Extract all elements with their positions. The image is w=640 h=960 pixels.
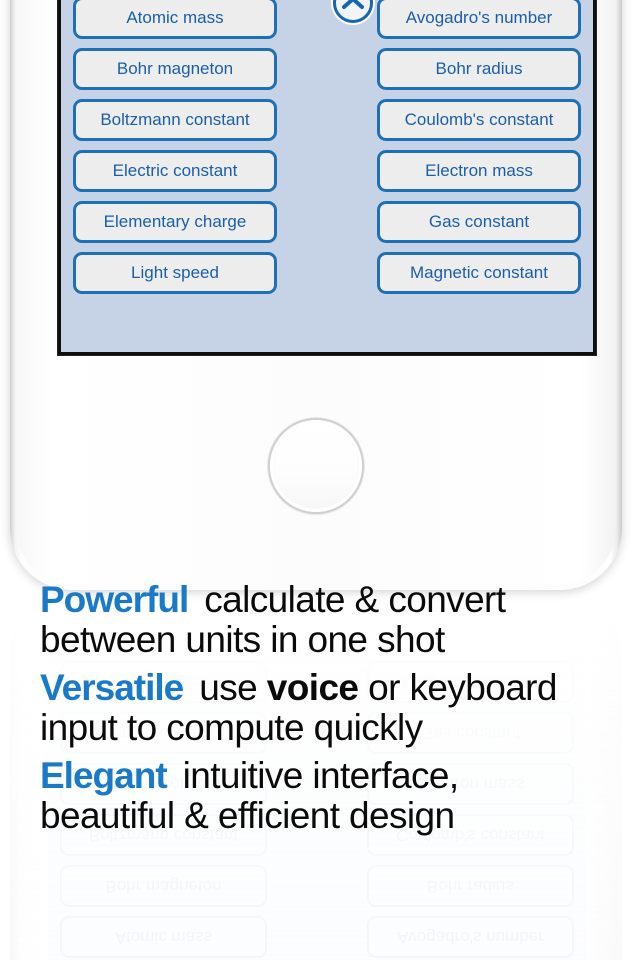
constant-button-electric-constant[interactable]: Electric constant <box>73 150 277 192</box>
feature-versatile-keyword: Versatile <box>40 667 184 708</box>
feature-powerful-keyword: Powerful <box>40 579 189 620</box>
constants-grid: Atomic mass Avogadro's number Bohr magne… <box>61 0 593 352</box>
feature-powerful-line1: Powerful calculate & convert <box>40 580 615 620</box>
app-screen: 0.00118294 ↦ 39.9999 foz = 0.0011 <box>61 0 593 352</box>
feature-versatile: Versatile use voice or keyboard input to … <box>40 668 615 748</box>
constant-button-magnetic-constant[interactable]: Magnetic constant <box>377 252 581 294</box>
feature-versatile-line1: Versatile use voice or keyboard <box>40 668 615 708</box>
feature-powerful-line1-rest: calculate & convert <box>204 579 506 620</box>
constant-button-bohr-magneton[interactable]: Bohr magneton <box>73 48 277 90</box>
feature-versatile-line1-pre: use <box>199 667 267 708</box>
feature-elegant-line1-rest: intuitive interface, <box>182 755 460 796</box>
constant-button-electron-mass[interactable]: Electron mass <box>377 150 581 192</box>
constant-button-boltzmann-constant[interactable]: Boltzmann constant <box>73 99 277 141</box>
feature-elegant-keyword: Elegant <box>40 755 168 796</box>
feature-powerful-line2: between units in one shot <box>40 619 445 660</box>
feature-versatile-line1-bold: voice <box>266 667 359 708</box>
phone-device: 0.00118294 ↦ 39.9999 foz = 0.0011 <box>10 0 622 590</box>
constant-button-bohr-radius[interactable]: Bohr radius <box>377 48 581 90</box>
marketing-copy: Powerful calculate & convert between unit… <box>40 580 615 844</box>
home-button[interactable] <box>270 420 362 512</box>
phone-screen-bezel: 0.00118294 ↦ 39.9999 foz = 0.0011 <box>58 0 596 355</box>
feature-elegant-line1: Elegant intuitive interface, <box>40 756 615 796</box>
constant-button-coulombs-constant[interactable]: Coulomb's constant <box>377 99 581 141</box>
reflection-constant-2: Bohr magneton <box>60 865 267 907</box>
feature-elegant-line2: beautiful & efficient design <box>40 795 455 836</box>
feature-versatile-line1-post: or keyboard <box>358 667 557 708</box>
reflection-constant-3: Bohr radius <box>367 865 574 907</box>
constant-button-atomic-mass[interactable]: Atomic mass <box>73 0 277 39</box>
reflection-constant-1: Avogadro's number <box>367 916 574 958</box>
constant-button-gas-constant[interactable]: Gas constant <box>377 201 581 243</box>
constant-button-light-speed[interactable]: Light speed <box>73 252 277 294</box>
reflection-constant-0: Atomic mass <box>60 916 267 958</box>
constant-button-elementary-charge[interactable]: Elementary charge <box>73 201 277 243</box>
feature-versatile-line2: input to compute quickly <box>40 707 423 748</box>
feature-powerful: Powerful calculate & convert between unit… <box>40 580 615 660</box>
constant-button-avogadros-number[interactable]: Avogadro's number <box>377 0 581 39</box>
feature-elegant: Elegant intuitive interface, beautiful & … <box>40 756 615 836</box>
